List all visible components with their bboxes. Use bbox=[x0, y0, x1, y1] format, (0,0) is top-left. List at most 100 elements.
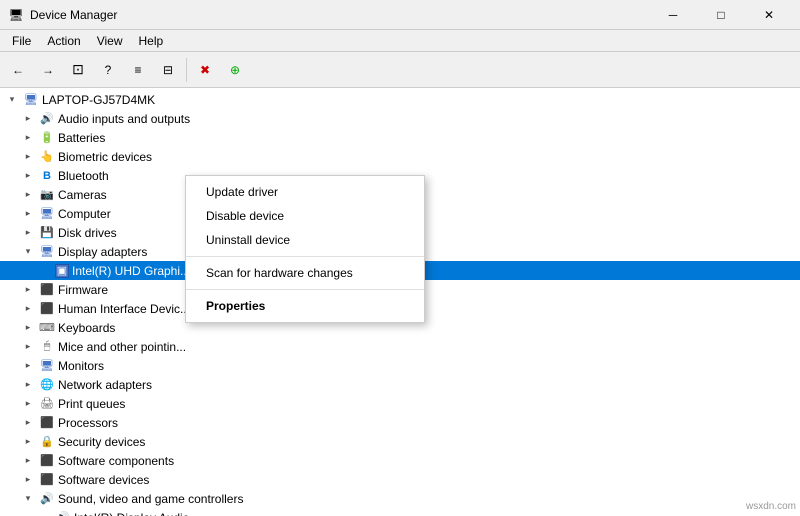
printqueues-expand[interactable] bbox=[20, 396, 36, 412]
securitydevices-expand[interactable] bbox=[20, 434, 36, 450]
intelgraphics-label: Intel(R) UHD Graphi... bbox=[72, 264, 190, 278]
mice-expand[interactable] bbox=[20, 339, 36, 355]
audio-label: Audio inputs and outputs bbox=[58, 112, 190, 126]
tree-item-securitydevices[interactable]: 🔒 Security devices bbox=[0, 432, 800, 451]
softwarecomponents-label: Software components bbox=[58, 454, 174, 468]
toolbar-btn6[interactable]: ✖ bbox=[191, 56, 219, 84]
ctx-update-driver[interactable]: Update driver bbox=[186, 180, 424, 204]
humaninterface-label: Human Interface Devic... bbox=[58, 302, 190, 316]
tree-item-printqueues[interactable]: 🖨 Print queues bbox=[0, 394, 800, 413]
diskdrives-label: Disk drives bbox=[58, 226, 117, 240]
tree-item-monitors[interactable]: 🖥 Monitors bbox=[0, 356, 800, 375]
printqueues-icon: 🖨 bbox=[39, 396, 55, 412]
tree-item-processors[interactable]: ⬛ Processors bbox=[0, 413, 800, 432]
toolbar-btn7[interactable]: ⊕ bbox=[221, 56, 249, 84]
tree-item-soundvideo[interactable]: 🔊 Sound, video and game controllers bbox=[0, 489, 800, 508]
menu-action[interactable]: Action bbox=[39, 30, 88, 51]
audio-expand[interactable] bbox=[20, 111, 36, 127]
inteldisplayaudio-icon: 🔊 bbox=[55, 510, 71, 516]
firmware-icon: ⬛ bbox=[39, 282, 55, 298]
bluetooth-expand[interactable] bbox=[20, 168, 36, 184]
tree-item-softwaredevices[interactable]: ⬛ Software devices bbox=[0, 470, 800, 489]
ctx-separator1 bbox=[186, 256, 424, 257]
inteldisplayaudio-expand[interactable] bbox=[36, 510, 52, 516]
diskdrives-icon: 💾 bbox=[39, 225, 55, 241]
root-icon: 🖥 bbox=[23, 92, 39, 108]
app-title: Device Manager bbox=[30, 8, 650, 22]
softwarecomponents-expand[interactable] bbox=[20, 453, 36, 469]
processors-label: Processors bbox=[58, 416, 118, 430]
tree-item-softwarecomponents[interactable]: ⬛ Software components bbox=[0, 451, 800, 470]
ctx-disable-device[interactable]: Disable device bbox=[186, 204, 424, 228]
tree-item-biometric[interactable]: 👆 Biometric devices bbox=[0, 147, 800, 166]
mice-label: Mice and other pointin... bbox=[58, 340, 186, 354]
displayadapters-icon: 🖥 bbox=[39, 244, 55, 260]
ctx-separator2 bbox=[186, 289, 424, 290]
main-area: 🖥 LAPTOP-GJ57D4MK 🔊 Audio inputs and out… bbox=[0, 88, 800, 516]
menu-bar: File Action View Help bbox=[0, 30, 800, 52]
securitydevices-icon: 🔒 bbox=[39, 434, 55, 450]
keyboards-expand[interactable] bbox=[20, 320, 36, 336]
window-controls: ─ □ ✕ bbox=[650, 0, 792, 30]
menu-view[interactable]: View bbox=[89, 30, 131, 51]
title-bar: 🖥 Device Manager ─ □ ✕ bbox=[0, 0, 800, 30]
bluetooth-label: Bluetooth bbox=[58, 169, 109, 183]
toolbar-forward[interactable]: → bbox=[34, 56, 62, 84]
processors-icon: ⬛ bbox=[39, 415, 55, 431]
toolbar-back[interactable]: ← bbox=[4, 56, 32, 84]
toolbar-btn4[interactable]: ≡ bbox=[124, 56, 152, 84]
ctx-properties[interactable]: Properties bbox=[186, 294, 424, 318]
tree-item-batteries[interactable]: 🔋 Batteries bbox=[0, 128, 800, 147]
displayadapters-expand[interactable] bbox=[20, 244, 36, 260]
intelgraphics-icon: ▣ bbox=[55, 264, 69, 278]
ctx-uninstall-device[interactable]: Uninstall device bbox=[186, 228, 424, 252]
soundvideo-expand[interactable] bbox=[20, 491, 36, 507]
firmware-expand[interactable] bbox=[20, 282, 36, 298]
menu-file[interactable]: File bbox=[4, 30, 39, 51]
soundvideo-label: Sound, video and game controllers bbox=[58, 492, 243, 506]
humaninterface-expand[interactable] bbox=[20, 301, 36, 317]
root-expand[interactable] bbox=[4, 92, 20, 108]
tree-item-mice[interactable]: 🖱 Mice and other pointin... bbox=[0, 337, 800, 356]
networkadapters-expand[interactable] bbox=[20, 377, 36, 393]
menu-help[interactable]: Help bbox=[131, 30, 172, 51]
biometric-label: Biometric devices bbox=[58, 150, 152, 164]
monitors-expand[interactable] bbox=[20, 358, 36, 374]
intelgraphics-expand[interactable] bbox=[36, 263, 52, 279]
keyboards-icon: ⌨ bbox=[39, 320, 55, 336]
monitors-icon: 🖥 bbox=[39, 358, 55, 374]
softwaredevices-expand[interactable] bbox=[20, 472, 36, 488]
keyboards-label: Keyboards bbox=[58, 321, 115, 335]
humaninterface-icon: ⬛ bbox=[39, 301, 55, 317]
batteries-icon: 🔋 bbox=[39, 130, 55, 146]
processors-expand[interactable] bbox=[20, 415, 36, 431]
batteries-expand[interactable] bbox=[20, 130, 36, 146]
root-label: LAPTOP-GJ57D4MK bbox=[42, 93, 155, 107]
batteries-label: Batteries bbox=[58, 131, 105, 145]
biometric-icon: 👆 bbox=[39, 149, 55, 165]
networkadapters-label: Network adapters bbox=[58, 378, 152, 392]
softwarecomponents-icon: ⬛ bbox=[39, 453, 55, 469]
tree-item-networkadapters[interactable]: 🌐 Network adapters bbox=[0, 375, 800, 394]
watermark: wsxdn.com bbox=[746, 501, 796, 512]
context-menu: Update driver Disable device Uninstall d… bbox=[185, 175, 425, 323]
securitydevices-label: Security devices bbox=[58, 435, 145, 449]
diskdrives-expand[interactable] bbox=[20, 225, 36, 241]
tree-root[interactable]: 🖥 LAPTOP-GJ57D4MK bbox=[0, 90, 800, 109]
minimize-button[interactable]: ─ bbox=[650, 0, 696, 30]
toolbar-btn2[interactable]: ⊡ bbox=[64, 56, 92, 84]
tree-item-audio[interactable]: 🔊 Audio inputs and outputs bbox=[0, 109, 800, 128]
biometric-expand[interactable] bbox=[20, 149, 36, 165]
close-button[interactable]: ✕ bbox=[746, 0, 792, 30]
ctx-scan-hardware[interactable]: Scan for hardware changes bbox=[186, 261, 424, 285]
toolbar-btn5[interactable]: ⊟ bbox=[154, 56, 182, 84]
cameras-expand[interactable] bbox=[20, 187, 36, 203]
tree-item-inteldisplayaudio[interactable]: 🔊 Intel(R) Display Audio bbox=[0, 508, 800, 516]
app-icon: 🖥 bbox=[8, 7, 24, 23]
softwaredevices-label: Software devices bbox=[58, 473, 149, 487]
maximize-button[interactable]: □ bbox=[698, 0, 744, 30]
cameras-icon: 📷 bbox=[39, 187, 55, 203]
computer-expand[interactable] bbox=[20, 206, 36, 222]
displayadapters-label: Display adapters bbox=[58, 245, 147, 259]
toolbar-btn3[interactable]: ? bbox=[94, 56, 122, 84]
